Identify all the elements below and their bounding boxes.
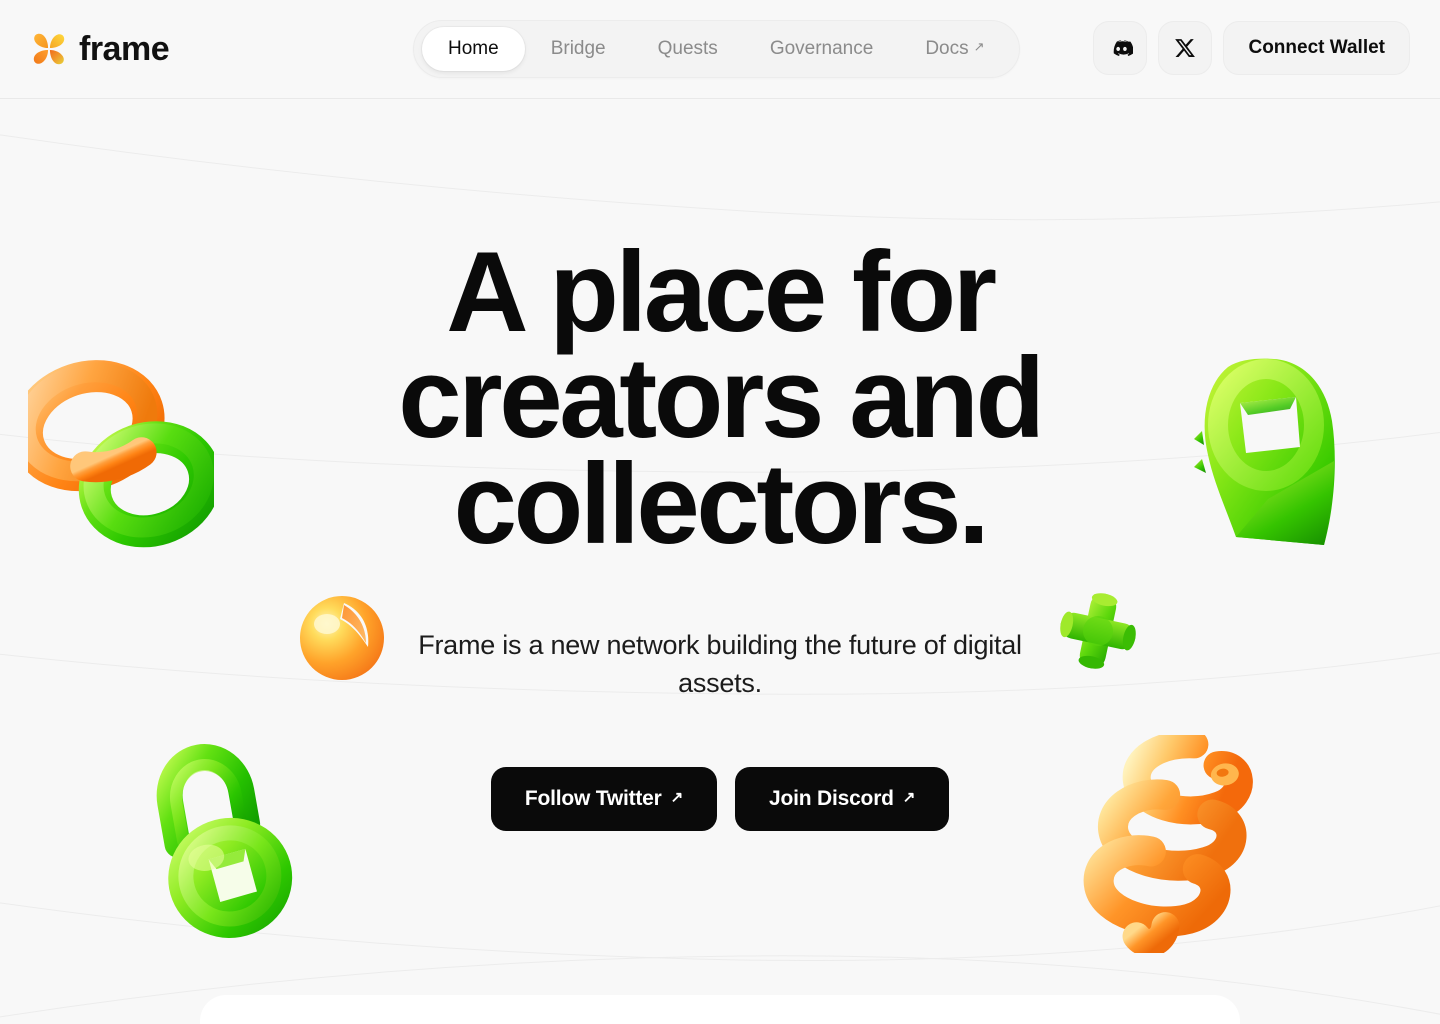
- nav-item-governance[interactable]: Governance: [744, 27, 900, 71]
- nav-item-quests-label: Quests: [657, 38, 718, 59]
- nav-item-bridge-label: Bridge: [550, 38, 606, 59]
- nav-item-docs-label: Docs: [925, 38, 969, 59]
- nav-item-home[interactable]: Home: [422, 27, 525, 71]
- join-discord-button[interactable]: Join Discord ↗: [735, 766, 950, 831]
- main-navigation: Home Bridge Quests Governance Docs ↗: [413, 20, 1020, 78]
- nav-item-bridge[interactable]: Bridge: [525, 27, 632, 71]
- hero-content: A place for creators and collectors. Fra…: [0, 99, 1440, 831]
- nav-item-governance-label: Governance: [769, 38, 874, 59]
- discord-icon: [1113, 39, 1133, 56]
- brand-name: frame: [79, 30, 170, 68]
- hero-subtitle: Frame is a new network building the futu…: [418, 630, 1022, 699]
- page-title: A place for creators and collectors.: [398, 229, 1045, 569]
- hero-cta-row: Follow Twitter ↗ Join Discord ↗: [0, 766, 1440, 831]
- follow-twitter-label: Follow Twitter: [524, 786, 662, 810]
- external-link-arrow-icon: ↗: [902, 788, 916, 806]
- frame-flower-logo-icon: [33, 33, 65, 65]
- external-link-arrow-icon: ↗: [973, 38, 985, 54]
- next-section-panel: [200, 995, 1240, 1024]
- brand-logo[interactable]: frame: [30, 30, 170, 68]
- hero-section: A place for creators and collectors. Fra…: [0, 99, 1440, 1024]
- twitter-button[interactable]: [1158, 21, 1213, 75]
- external-link-arrow-icon: ↗: [670, 788, 684, 806]
- nav-item-docs[interactable]: Docs ↗: [899, 27, 1010, 71]
- nav-pill-group: Home Bridge Quests Governance Docs ↗: [413, 20, 1020, 78]
- join-discord-label: Join Discord: [769, 786, 894, 810]
- connect-wallet-button[interactable]: Connect Wallet: [1223, 21, 1410, 75]
- nav-item-home-label: Home: [448, 38, 499, 59]
- discord-button[interactable]: [1093, 21, 1148, 75]
- follow-twitter-button[interactable]: Follow Twitter ↗: [490, 766, 717, 831]
- connect-wallet-label: Connect Wallet: [1248, 37, 1385, 58]
- header-actions: Connect Wallet: [1093, 21, 1410, 75]
- nav-item-quests[interactable]: Quests: [632, 27, 744, 71]
- site-header: frame Home Bridge Quests Governance Docs…: [0, 0, 1440, 99]
- x-twitter-icon: [1175, 39, 1196, 57]
